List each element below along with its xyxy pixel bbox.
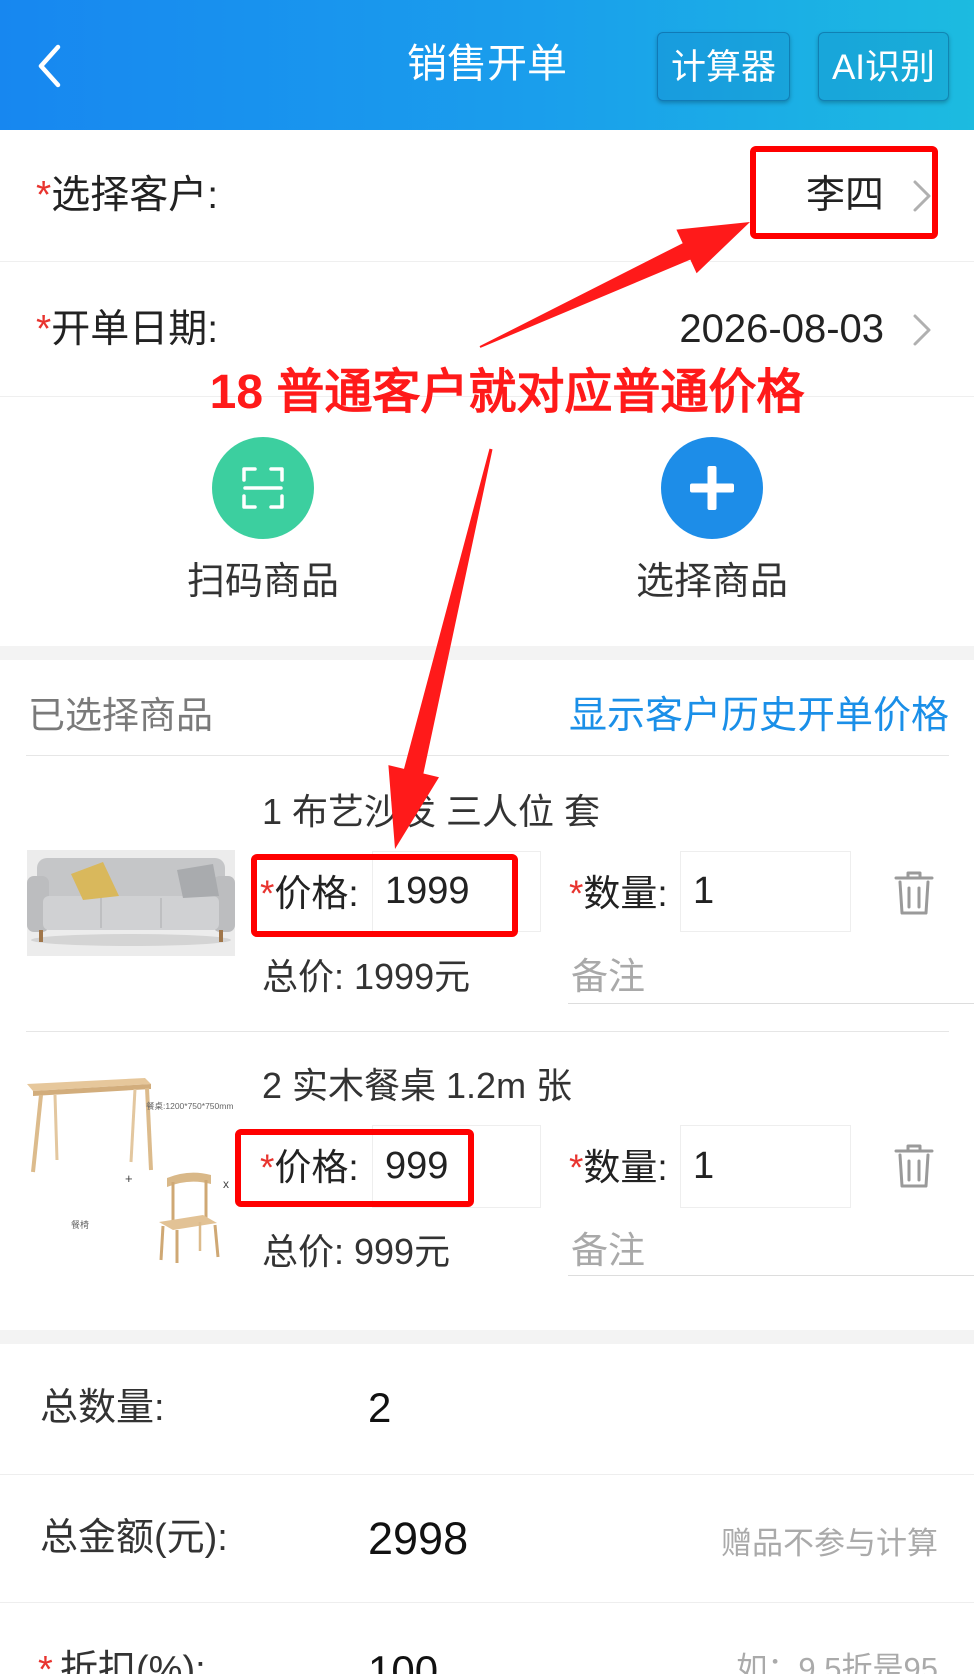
- calculator-button[interactable]: 计算器: [657, 32, 790, 101]
- customer-label: *选择客户:: [36, 130, 218, 262]
- section-gap: [0, 646, 974, 660]
- quantity-label: *数量:: [569, 1144, 668, 1192]
- quantity-input[interactable]: [680, 1125, 851, 1208]
- item-total: 总价: 999元: [262, 1231, 451, 1272]
- scan-product-label[interactable]: 扫码商品: [133, 557, 393, 607]
- total-quantity-value: 2: [368, 1384, 392, 1431]
- required-mark: *: [260, 1147, 275, 1188]
- select-product-label[interactable]: 选择商品: [582, 557, 842, 607]
- scan-icon: [242, 467, 284, 509]
- date-label-text: 开单日期:: [51, 308, 219, 351]
- sales-order-page: 销售开单 计算器 AI识别 *选择客户: 李四 *开单日期: 2026-08-0…: [0, 0, 974, 1674]
- product-title: 1 布艺沙发 三人位 套: [262, 791, 601, 832]
- total-quantity-row: 总数量: 2: [0, 1344, 974, 1474]
- customer-value[interactable]: 李四: [806, 130, 884, 262]
- price-input[interactable]: [372, 1125, 541, 1208]
- product-item: 1 布艺沙发 三人位 套 *价格: *数量: 总价: 1999元: [0, 756, 974, 1032]
- section-gap: [0, 1330, 974, 1344]
- product-image-dining-set: 餐桌:1200*750*750mm + x 餐椅: [27, 1052, 235, 1265]
- remark-input[interactable]: [568, 1226, 974, 1276]
- price-label: *价格:: [260, 870, 359, 918]
- customer-row[interactable]: *选择客户: 李四: [0, 130, 974, 262]
- product-image-times-mark: x: [223, 1177, 229, 1191]
- gift-hint: 赠品不参与计算: [721, 1526, 938, 1561]
- selected-products-title: 已选择商品: [28, 695, 213, 736]
- product-image-size-label: 餐桌:1200*750*750mm: [146, 1101, 233, 1111]
- quantity-label: *数量:: [569, 870, 668, 918]
- required-mark: *: [569, 873, 584, 914]
- quantity-label-text: 数量:: [583, 873, 668, 914]
- required-mark: *: [38, 1649, 53, 1674]
- price-input[interactable]: [372, 851, 541, 932]
- product-actions: 扫码商品 选择商品: [0, 397, 974, 646]
- required-mark: *: [36, 308, 52, 351]
- history-price-link[interactable]: 显示客户历史开单价格: [569, 691, 949, 741]
- trash-icon: [894, 1144, 934, 1188]
- trash-icon: [894, 871, 934, 915]
- required-mark: *: [36, 174, 52, 217]
- total-amount-row: 总金额(元): 2998 赠品不参与计算: [0, 1475, 974, 1602]
- scan-product-button[interactable]: [212, 437, 314, 539]
- select-product-button[interactable]: [661, 437, 763, 539]
- discount-row[interactable]: * 折扣(%): 100 如：9.5折是95: [0, 1603, 974, 1674]
- discount-hint: 如：9.5折是95: [736, 1651, 938, 1674]
- price-label-text: 价格:: [274, 873, 359, 914]
- annotation-text: 18 普通客户就对应普通价格: [209, 366, 805, 419]
- price-label: *价格:: [260, 1144, 359, 1192]
- price-label-text: 价格:: [274, 1147, 359, 1188]
- chevron-right-icon[interactable]: [911, 312, 933, 348]
- delete-item-button[interactable]: [894, 870, 934, 916]
- chevron-right-icon[interactable]: [911, 178, 933, 214]
- total-amount-value: 2998: [368, 1513, 469, 1564]
- quantity-input[interactable]: [680, 851, 851, 932]
- product-image-plus-mark: +: [125, 1171, 133, 1186]
- product-item: 餐桌:1200*750*750mm + x 餐椅 2 实木餐桌 1.2m 张 *…: [0, 1031, 974, 1330]
- discount-label: 折扣(%):: [60, 1649, 206, 1674]
- total-amount-label: 总金额(元):: [40, 1517, 228, 1559]
- customer-label-text: 选择客户:: [51, 174, 219, 217]
- required-mark: *: [260, 873, 275, 914]
- selected-products-header: 已选择商品 显示客户历史开单价格: [0, 660, 974, 755]
- quantity-label-text: 数量:: [583, 1147, 668, 1188]
- delete-item-button[interactable]: [894, 1143, 934, 1189]
- product-image-sofa: [27, 780, 235, 956]
- product-title: 2 实木餐桌 1.2m 张: [262, 1065, 573, 1106]
- ai-recognize-button[interactable]: AI识别: [818, 32, 949, 101]
- item-total: 总价: 1999元: [262, 956, 471, 997]
- product-image-chair-label: 餐椅: [71, 1219, 89, 1230]
- remark-input[interactable]: [568, 950, 974, 1004]
- required-mark: *: [569, 1147, 584, 1188]
- app-header: 销售开单 计算器 AI识别: [0, 0, 974, 130]
- discount-value[interactable]: 100: [368, 1647, 438, 1674]
- total-quantity-label: 总数量:: [40, 1387, 165, 1429]
- plus-icon: [690, 466, 734, 510]
